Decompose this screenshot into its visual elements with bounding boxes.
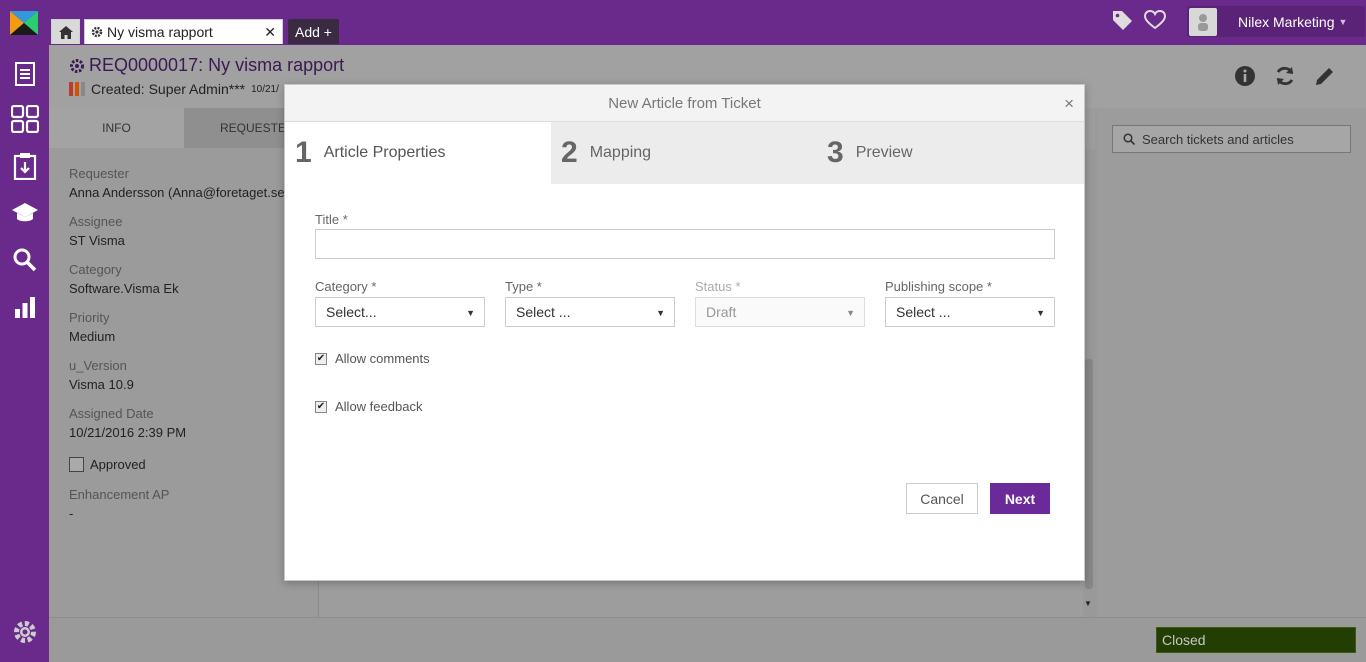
field-enhancement: Enhancement AP - xyxy=(69,487,170,521)
priority-bars-icon xyxy=(69,82,85,96)
nav-document-icon[interactable] xyxy=(11,60,39,88)
next-button[interactable]: Next xyxy=(990,483,1050,514)
nav-bar-chart-icon[interactable] xyxy=(11,293,39,321)
field-category: Category Software.Visma Ek xyxy=(69,262,179,296)
avatar xyxy=(1189,7,1217,36)
nav-dashboard-icon[interactable] xyxy=(11,105,39,133)
created-info: Created: Super Admin*** 10/21/ xyxy=(69,81,279,97)
nav-clipboard-icon[interactable] xyxy=(11,152,39,180)
dialog-title: New Article from Ticket xyxy=(608,94,761,112)
approved-checkbox[interactable] xyxy=(69,457,84,472)
page-title: REQ0000017: Ny visma rapport xyxy=(69,55,344,76)
type-select[interactable]: Select ... ▼ xyxy=(505,297,675,327)
allow-comments-checkbox[interactable]: ✔ xyxy=(315,352,327,365)
allow-feedback-row[interactable]: ✔ Allow feedback xyxy=(315,399,422,414)
add-tab-button[interactable]: Add + xyxy=(288,19,339,44)
scrollbar-thumb[interactable] xyxy=(1085,359,1093,589)
top-bar: Ny visma rapport ✕ Add + Nilex Marketing… xyxy=(0,0,1366,45)
type-group: Type * Select ... ▼ xyxy=(505,279,675,327)
search-placeholder: Search tickets and articles xyxy=(1142,131,1294,147)
right-panel: Search tickets and articles xyxy=(1097,108,1366,617)
publishing-scope-group: Publishing scope * Select ... ▼ xyxy=(885,279,1055,327)
title-field[interactable] xyxy=(315,229,1055,259)
status-select: Draft ▼ xyxy=(695,297,865,327)
chevron-down-icon: ▼ xyxy=(1338,16,1348,27)
category-select[interactable]: Select... ▼ xyxy=(315,297,485,327)
chevron-down-icon: ▼ xyxy=(1036,308,1045,318)
step-preview[interactable]: 3 Preview xyxy=(817,122,1083,184)
search-input[interactable]: Search tickets and articles xyxy=(1112,125,1351,153)
search-icon xyxy=(1123,133,1135,145)
category-label: Category * xyxy=(315,279,377,294)
edit-pencil-icon[interactable] xyxy=(1314,65,1336,87)
new-article-dialog: New Article from Ticket × 1 Article Prop… xyxy=(284,84,1085,581)
field-assignee: Assignee ST Visma xyxy=(69,214,125,248)
step-mapping[interactable]: 2 Mapping xyxy=(551,122,817,184)
scroll-down-icon[interactable]: ▼ xyxy=(1084,599,1092,608)
info-icon[interactable] xyxy=(1234,65,1256,87)
step-article-properties[interactable]: 1 Article Properties xyxy=(285,122,551,184)
field-priority: Priority Medium xyxy=(69,310,116,344)
allow-feedback-label: Allow feedback xyxy=(335,399,423,414)
user-menu[interactable]: Nilex Marketing ▼ xyxy=(1187,6,1365,37)
chevron-down-icon: ▼ xyxy=(846,308,855,318)
header-actions xyxy=(1234,65,1336,87)
status-label: Status * xyxy=(695,279,741,294)
created-date: 10/21/ xyxy=(251,83,279,95)
dialog-header: New Article from Ticket × xyxy=(285,85,1084,122)
publishing-scope-label: Publishing scope * xyxy=(885,279,992,294)
approved-label: Approved xyxy=(90,457,146,472)
approved-checkbox-row[interactable]: Approved xyxy=(69,457,146,472)
nav-graduation-cap-icon[interactable] xyxy=(11,199,39,227)
nav-search-icon[interactable] xyxy=(11,246,39,274)
heart-icon[interactable] xyxy=(1144,10,1166,30)
gear-icon xyxy=(91,26,103,38)
cancel-button[interactable]: Cancel xyxy=(906,483,978,514)
field-requester: Requester Anna Andersson (Anna@foretaget… xyxy=(69,166,289,200)
category-group: Category * Select... ▼ xyxy=(315,279,485,327)
publishing-scope-select[interactable]: Select ... ▼ xyxy=(885,297,1055,327)
refresh-icon[interactable] xyxy=(1274,65,1296,87)
tab-info[interactable]: INFO xyxy=(49,108,184,148)
panel-tabs: INFO REQUESTER xyxy=(49,108,319,148)
chevron-down-icon: ▼ xyxy=(656,308,665,318)
left-nav xyxy=(0,45,49,662)
home-icon xyxy=(58,25,73,39)
top-icons xyxy=(1112,10,1166,30)
wizard-steps: 1 Article Properties 2 Mapping 3 Preview xyxy=(285,122,1084,184)
created-by: Created: Super Admin*** xyxy=(91,81,246,97)
settings-gear-icon[interactable] xyxy=(12,619,38,648)
page-title-text: REQ0000017: Ny visma rapport xyxy=(89,55,345,75)
allow-feedback-checkbox[interactable]: ✔ xyxy=(315,400,327,413)
ticket-info-panel: INFO REQUESTER Requester Anna Andersson … xyxy=(49,108,319,617)
field-version: u_Version Visma 10.9 xyxy=(69,358,134,392)
chevron-down-icon: ▼ xyxy=(466,308,475,318)
status-group: Status * Draft ▼ xyxy=(695,279,865,327)
tag-icon[interactable] xyxy=(1112,10,1134,30)
close-icon[interactable]: × xyxy=(1064,94,1074,114)
title-label: Title * xyxy=(315,212,348,227)
field-assigned-date: Assigned Date 10/21/2016 2:39 PM xyxy=(69,406,187,440)
tab-home[interactable] xyxy=(51,19,80,44)
nilex-logo-icon[interactable] xyxy=(10,11,38,35)
status-badge: Closed xyxy=(1156,627,1356,653)
allow-comments-row[interactable]: ✔ Allow comments xyxy=(315,351,430,366)
allow-comments-label: Allow comments xyxy=(335,351,430,366)
gear-icon xyxy=(70,58,84,73)
type-label: Type * xyxy=(505,279,542,294)
tab-ny-visma-rapport[interactable]: Ny visma rapport ✕ xyxy=(84,19,283,44)
close-tab-icon[interactable]: ✕ xyxy=(264,24,276,41)
user-name: Nilex Marketing xyxy=(1238,13,1335,30)
tab-label: Ny visma rapport xyxy=(107,24,213,40)
